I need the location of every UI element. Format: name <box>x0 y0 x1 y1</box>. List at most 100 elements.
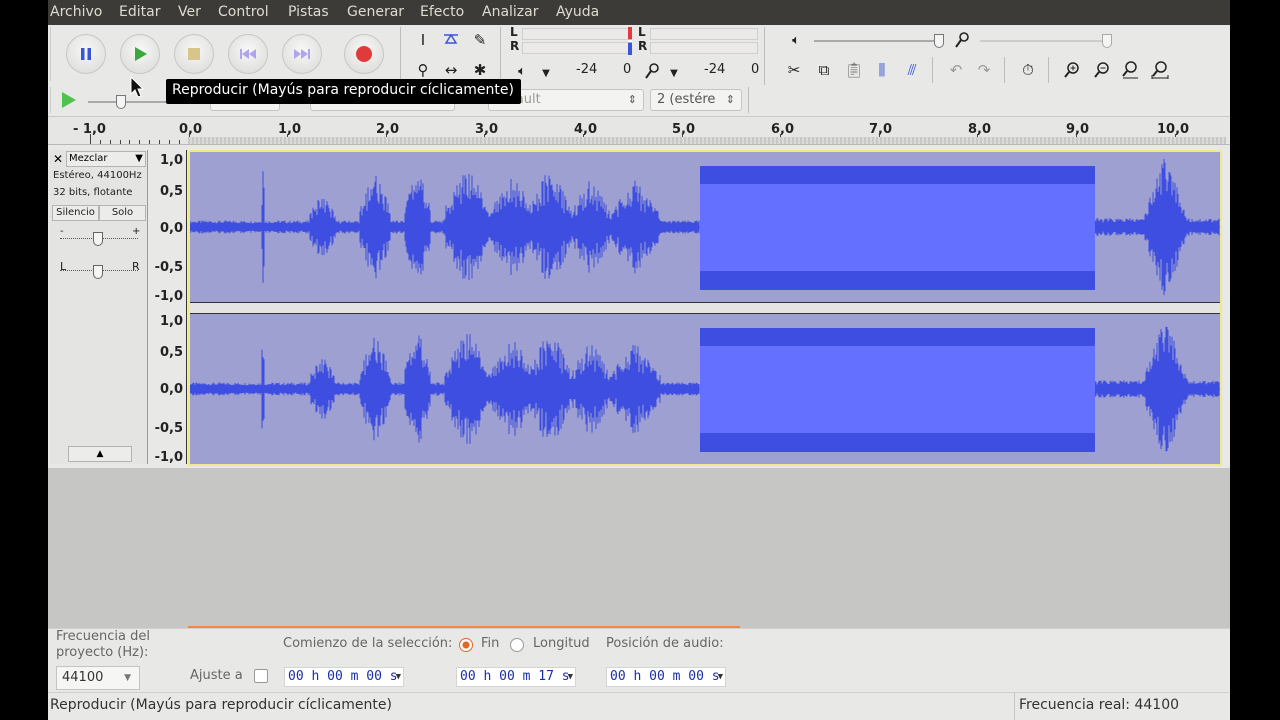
snap-to-checkbox[interactable] <box>254 669 268 683</box>
output-volume-thumb[interactable] <box>934 34 944 48</box>
empty-track-area[interactable] <box>48 468 1230 628</box>
vertical-scale[interactable]: 1,0 0,5 0,0 -0,5 -1,0 1,0 0,5 0,0 -0,5 -… <box>149 150 187 465</box>
project-rate-select[interactable]: 44100 ▼ <box>56 666 140 690</box>
input-volume-slider[interactable] <box>980 40 1104 42</box>
paste-icon[interactable]: 📋︎ <box>842 58 866 82</box>
menu-analizar[interactable]: Analizar <box>482 4 539 20</box>
ruler-tick <box>119 140 121 144</box>
actual-rate: Frecuencia real: 44100 <box>1019 697 1180 713</box>
selection-end-time[interactable]: 00 h 00 m 17 s ▼ <box>456 667 576 687</box>
play-meter-scale-min: -24 <box>576 62 598 77</box>
record-channels-select[interactable]: 2 (estére ⇕ <box>650 89 742 111</box>
mute-button[interactable]: Silencio <box>52 205 99 221</box>
rec-meter-scale-zero: 0 <box>751 62 760 77</box>
menu-control[interactable]: Control <box>218 4 269 20</box>
play-speed-slider[interactable] <box>88 101 168 103</box>
ruler-tick <box>139 140 141 144</box>
waveform-channel-left[interactable] <box>190 152 1220 302</box>
fit-selection-icon[interactable] <box>1118 58 1142 82</box>
input-volume-thumb[interactable] <box>1102 34 1112 48</box>
record-button[interactable] <box>344 34 384 74</box>
playback-meter-dropdown-icon[interactable]: ▼ <box>534 61 558 85</box>
sync-lock-icon[interactable]: ⏱︎ <box>1016 58 1040 82</box>
skip-to-start-button[interactable] <box>228 34 268 74</box>
solo-button[interactable]: Solo <box>99 205 146 221</box>
gain-slider-thumb[interactable] <box>93 232 103 246</box>
ruler-tick <box>99 140 101 144</box>
zoom-in-icon[interactable] <box>1060 58 1084 82</box>
skip-to-end-icon <box>283 35 321 73</box>
scale-label: 0,0 <box>159 382 183 397</box>
stop-button[interactable] <box>174 34 214 74</box>
track-panel: ✕ Mezclar ▼ Estéreo, 44100Hz 32 bits, fl… <box>48 148 1230 468</box>
selection-start-time[interactable]: 00 h 00 m 00 s ▼ <box>284 667 404 687</box>
ruler-label: 6,0 <box>771 122 795 137</box>
record-meter-l[interactable] <box>650 28 758 40</box>
timeline-scrub-bar[interactable] <box>188 137 1226 144</box>
timeline-ruler[interactable]: - 1,0 0,0 1,0 2,0 3,0 4,0 5,0 6,0 7,0 8,… <box>48 117 1230 145</box>
play-meter-r: R <box>510 39 520 53</box>
menu-bar: Archivo Editar Ver Control Pistas Genera… <box>48 0 1230 25</box>
pan-right-label: R <box>132 260 140 273</box>
play-speed-thumb[interactable] <box>116 95 126 109</box>
pan-slider-thumb[interactable] <box>93 265 103 279</box>
copy-icon[interactable]: ⧉ <box>812 58 836 82</box>
play-at-speed-icon[interactable] <box>56 88 80 112</box>
scale-label: 0,0 <box>159 221 183 236</box>
track-control-panel: ✕ Mezclar ▼ Estéreo, 44100Hz 32 bits, fl… <box>50 150 148 464</box>
ruler-tick <box>109 140 111 144</box>
rec-meter-scale-min: -24 <box>704 62 726 77</box>
skip-to-end-button[interactable] <box>282 34 322 74</box>
meter-clip-indicator <box>628 27 632 55</box>
channel-separator <box>190 302 1220 314</box>
length-radio[interactable] <box>510 638 524 652</box>
redo-icon[interactable]: ↷ <box>972 58 996 82</box>
track-info-rate: Estéreo, 44100Hz <box>53 170 142 181</box>
undo-icon[interactable]: ↶ <box>944 58 968 82</box>
menu-archivo[interactable]: Archivo <box>50 4 102 20</box>
zoom-out-icon[interactable] <box>1090 58 1114 82</box>
waveform-area[interactable] <box>188 150 1222 466</box>
play-button[interactable] <box>120 34 160 74</box>
output-volume-slider[interactable] <box>814 40 938 42</box>
end-radio[interactable] <box>459 638 473 652</box>
fit-project-icon[interactable] <box>1148 58 1172 82</box>
envelope-tool-icon[interactable] <box>439 28 463 52</box>
collapse-track-button[interactable]: ▲ <box>68 446 132 462</box>
audio-position-time[interactable]: 00 h 00 m 00 s ▼ <box>606 667 726 687</box>
playback-meter-r[interactable] <box>522 42 630 54</box>
ruler-label: 3,0 <box>475 122 499 137</box>
close-track-icon[interactable]: ✕ <box>52 152 64 166</box>
draw-tool-icon[interactable]: ✎ <box>468 28 492 52</box>
record-meter-r[interactable] <box>650 42 758 54</box>
scale-label: 0,5 <box>159 345 183 360</box>
scale-label: -1,0 <box>154 289 183 304</box>
trim-audio-icon[interactable]: ⫼ <box>870 58 894 82</box>
menu-ayuda[interactable]: Ayuda <box>556 4 599 20</box>
menu-generar[interactable]: Generar <box>347 4 404 20</box>
pause-button[interactable] <box>66 34 106 74</box>
selection-tool-icon[interactable]: Ι <box>411 28 435 52</box>
ruler-label: 10,0 <box>1157 122 1190 137</box>
gain-plus-label: + <box>132 226 141 237</box>
record-meter-dropdown-icon[interactable]: ▼ <box>662 61 686 85</box>
ruler-tick <box>129 140 131 144</box>
tone-block-inner <box>700 346 1095 433</box>
microphone-icon[interactable] <box>640 59 664 83</box>
menu-ver[interactable]: Ver <box>178 4 201 20</box>
selection-toolbar: Frecuencia del proyecto (Hz): 44100 ▼ Aj… <box>48 628 1230 692</box>
menu-pistas[interactable]: Pistas <box>288 4 329 20</box>
menu-efecto[interactable]: Efecto <box>420 4 464 20</box>
tone-block-inner <box>700 184 1095 271</box>
ruler-label: 8,0 <box>968 122 992 137</box>
waveform-channel-right[interactable] <box>190 314 1220 464</box>
status-message: Reproducir (Mayús para reproducir cíclic… <box>50 697 392 713</box>
menu-editar[interactable]: Editar <box>119 4 160 20</box>
scale-label: 1,0 <box>159 153 183 168</box>
ruler-tick <box>149 140 151 144</box>
cut-icon[interactable]: ✂ <box>782 58 806 82</box>
playback-meter-l[interactable] <box>522 28 630 40</box>
status-bar: Reproducir (Mayús para reproducir cíclic… <box>48 692 1230 720</box>
silence-audio-icon[interactable]: ⫻ <box>900 58 924 82</box>
track-name-menu[interactable]: Mezclar ▼ <box>66 151 146 167</box>
